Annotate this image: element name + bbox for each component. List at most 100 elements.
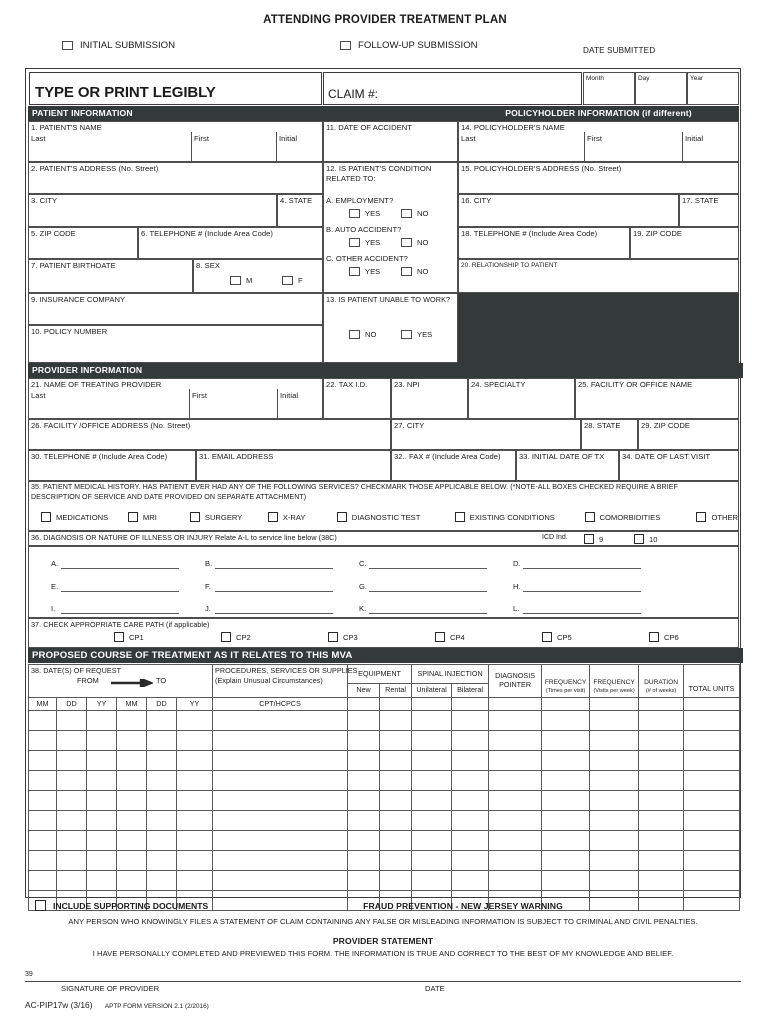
- field-patient-zip[interactable]: 5. ZIP CODE: [28, 227, 138, 259]
- table-cell[interactable]: [683, 710, 741, 731]
- table-cell[interactable]: [146, 810, 177, 831]
- include-documents-checkbox-icon[interactable]: [35, 900, 46, 911]
- auto-accident-yes-checkbox-icon[interactable]: [349, 238, 360, 247]
- field-relationship-to-patient[interactable]: 20. RELATIONSHIP TO PATIENT: [458, 259, 739, 293]
- table-cell[interactable]: [638, 750, 685, 771]
- table-cell[interactable]: [28, 730, 57, 751]
- table-cell[interactable]: [86, 850, 117, 871]
- write-line[interactable]: [215, 591, 333, 592]
- table-cell[interactable]: [56, 790, 87, 811]
- write-line[interactable]: [215, 613, 333, 614]
- table-cell[interactable]: [146, 710, 177, 731]
- table-cell[interactable]: [28, 810, 57, 831]
- history-option-mri[interactable]: MRI: [127, 512, 190, 522]
- table-cell[interactable]: [175, 730, 214, 751]
- include-supporting-documents-option[interactable]: INCLUDE SUPPORTING DOCUMENTS: [35, 900, 208, 911]
- table-cell[interactable]: [175, 750, 214, 771]
- employment-yes-checkbox-icon[interactable]: [349, 209, 360, 218]
- table-cell[interactable]: [379, 770, 413, 791]
- table-cell[interactable]: [589, 750, 640, 771]
- field-patient-city[interactable]: 3. CITY: [28, 194, 277, 227]
- table-cell[interactable]: [379, 810, 413, 831]
- table-cell[interactable]: [638, 790, 685, 811]
- table-cell[interactable]: [146, 830, 177, 851]
- field-policyholder-state[interactable]: 17. STATE: [679, 194, 739, 227]
- table-cell[interactable]: [28, 790, 57, 811]
- table-cell[interactable]: [116, 790, 147, 811]
- table-cell[interactable]: [638, 830, 685, 851]
- care-path-cp6[interactable]: CP6: [649, 632, 679, 642]
- table-cell[interactable]: [541, 810, 591, 831]
- field-policyholder-address[interactable]: 15. POLICYHOLDER'S ADDRESS (No. Street): [458, 162, 739, 194]
- write-line[interactable]: [369, 613, 487, 614]
- claim-number-field[interactable]: CLAIM #:: [323, 72, 582, 105]
- table-cell[interactable]: [379, 850, 413, 871]
- table-row[interactable]: [28, 710, 741, 731]
- table-cell[interactable]: [347, 810, 381, 831]
- table-cell[interactable]: [212, 810, 349, 831]
- table-cell[interactable]: [541, 730, 591, 751]
- field-policyholder-zip[interactable]: 19. ZIP CODE: [630, 227, 739, 259]
- table-cell[interactable]: [116, 730, 147, 751]
- cp5-checkbox-icon[interactable]: [542, 632, 552, 642]
- table-cell[interactable]: [411, 850, 453, 871]
- field-provider-email[interactable]: 31. EMAIL ADDRESS: [196, 450, 391, 481]
- other-accident-no-option[interactable]: NO: [401, 267, 428, 276]
- field-policyholder-name[interactable]: 14. POLICYHOLDER'S NAME Last First Initi…: [458, 121, 739, 162]
- field-policy-number[interactable]: 10. POLICY NUMBER: [28, 325, 323, 363]
- table-cell[interactable]: [212, 870, 349, 891]
- table-cell[interactable]: [56, 730, 87, 751]
- table-cell[interactable]: [175, 790, 214, 811]
- history-option-existing-conditions[interactable]: EXISTING CONDITIONS: [454, 512, 585, 522]
- mri-checkbox-icon[interactable]: [127, 512, 138, 522]
- field-tax-id[interactable]: 22. TAX I.D.: [323, 378, 391, 419]
- table-cell[interactable]: [347, 870, 381, 891]
- field-patient-birthdate[interactable]: 7. PATIENT BIRTHDATE: [28, 259, 193, 293]
- table-cell[interactable]: [683, 870, 741, 891]
- table-cell[interactable]: [56, 810, 87, 831]
- table-cell[interactable]: [683, 730, 741, 751]
- table-cell[interactable]: [451, 830, 490, 851]
- table-cell[interactable]: [347, 830, 381, 851]
- table-cell[interactable]: [488, 810, 543, 831]
- comorbidities-checkbox-icon[interactable]: [584, 512, 595, 522]
- write-line[interactable]: [61, 568, 179, 569]
- table-cell[interactable]: [589, 790, 640, 811]
- employment-no-option[interactable]: NO: [401, 209, 428, 218]
- write-line[interactable]: [61, 613, 179, 614]
- table-cell[interactable]: [488, 750, 543, 771]
- table-cell[interactable]: [451, 770, 490, 791]
- field-date-of-accident[interactable]: 11. DATE OF ACCIDENT: [323, 121, 458, 162]
- other-checkbox-icon[interactable]: [696, 512, 707, 522]
- table-cell[interactable]: [146, 870, 177, 891]
- table-cell[interactable]: [488, 830, 543, 851]
- table-cell[interactable]: [146, 790, 177, 811]
- table-cell[interactable]: [488, 870, 543, 891]
- field-facility-state[interactable]: 28. STATE: [581, 419, 638, 450]
- table-cell[interactable]: [116, 830, 147, 851]
- cp6-checkbox-icon[interactable]: [649, 632, 659, 642]
- icd-10-option[interactable]: 10: [634, 534, 657, 544]
- existing-conditions-checkbox-icon[interactable]: [454, 512, 465, 522]
- field-facility-zip[interactable]: 29. ZIP CODE: [638, 419, 739, 450]
- table-cell[interactable]: [451, 750, 490, 771]
- table-row[interactable]: [28, 770, 741, 791]
- table-cell[interactable]: [56, 870, 87, 891]
- table-cell[interactable]: [56, 750, 87, 771]
- field-unable-to-work[interactable]: 13. IS PATIENT UNABLE TO WORK? NO YES: [323, 293, 458, 363]
- table-cell[interactable]: [411, 790, 453, 811]
- other-accident-yes-checkbox-icon[interactable]: [349, 267, 360, 276]
- table-cell[interactable]: [411, 770, 453, 791]
- field-npi[interactable]: 23. NPI: [391, 378, 468, 419]
- table-cell[interactable]: [175, 810, 214, 831]
- table-cell[interactable]: [347, 710, 381, 731]
- care-path-cp1[interactable]: CP1: [114, 632, 221, 642]
- table-cell[interactable]: [411, 750, 453, 771]
- table-cell[interactable]: [411, 730, 453, 751]
- table-cell[interactable]: [347, 750, 381, 771]
- table-cell[interactable]: [541, 790, 591, 811]
- table-cell[interactable]: [379, 730, 413, 751]
- cp3-checkbox-icon[interactable]: [328, 632, 338, 642]
- table-cell[interactable]: [86, 750, 117, 771]
- care-path-cp5[interactable]: CP5: [542, 632, 649, 642]
